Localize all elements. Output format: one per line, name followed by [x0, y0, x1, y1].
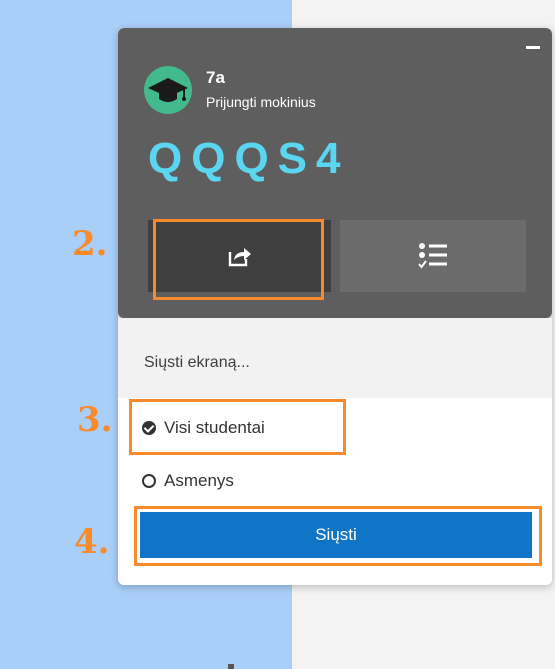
highlight-step-3: [129, 399, 346, 455]
step-label-3: 3.: [77, 400, 113, 440]
step-label-2: 2.: [72, 224, 108, 264]
class-panel: 7a Prijungti mokinius QQQS4 Siųsti ekran…: [118, 28, 552, 585]
option-individuals[interactable]: Asmenys: [142, 471, 234, 491]
option-individuals-label: Asmenys: [164, 471, 234, 490]
send-screen-heading: Siųsti ekraną...: [118, 318, 552, 398]
minimize-icon[interactable]: [526, 40, 540, 54]
checklist-button[interactable]: [340, 220, 526, 292]
class-subtitle: Prijungti mokinius: [206, 94, 316, 110]
step-label-4: 4.: [74, 522, 110, 562]
radio-unchecked-icon: [142, 474, 156, 488]
graduation-cap-icon: [144, 66, 192, 114]
send-screen-title: Siųsti ekraną...: [144, 354, 250, 371]
background-mark: [228, 664, 234, 669]
checklist-icon: [418, 243, 447, 269]
highlight-step-4: [134, 506, 542, 566]
class-code: QQQS4: [148, 134, 350, 183]
class-name: 7a: [206, 68, 225, 87]
highlight-step-2: [153, 219, 324, 300]
